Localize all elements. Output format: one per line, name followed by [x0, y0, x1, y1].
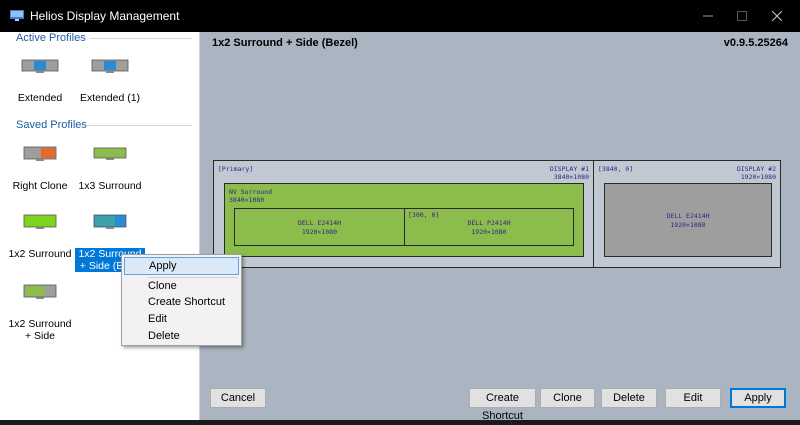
active-profiles-header: Active Profiles	[16, 32, 86, 44]
close-icon	[771, 10, 783, 22]
close-button[interactable]	[754, 0, 800, 32]
edit-button[interactable]: Edit	[665, 388, 721, 408]
surround-side-monitor-icon	[23, 284, 57, 299]
surround-monitor-icon	[23, 214, 57, 229]
display-tag: [Primary]	[218, 165, 254, 173]
app-window: Helios Display Management Active Profile…	[0, 0, 800, 422]
screen-model: DELL E2414H	[666, 212, 710, 220]
clone-button[interactable]: Clone	[540, 388, 595, 408]
create-shortcut-button[interactable]: Create Shortcut	[469, 388, 536, 422]
surround-name: NV Surround	[229, 188, 273, 196]
maximize-icon	[737, 11, 747, 21]
display-2[interactable]: [3840, 0] DISPLAY #2 1920×1080 DELL E241…	[594, 161, 780, 267]
profiles-sidebar: Active Profiles Extended Extended (1) Sa…	[0, 32, 200, 420]
screen-model: DELL P2414H	[467, 219, 511, 227]
group-divider	[90, 38, 192, 39]
surround-screen-2[interactable]: [300, 0] DELL P2414H 1920×1080	[405, 209, 573, 245]
display-resolution: 1920×1080	[740, 173, 776, 181]
display-1[interactable]: [Primary] DISPLAY #1 3840×1080 NV Surrou…	[214, 161, 594, 267]
saved-profiles-header: Saved Profiles	[16, 119, 87, 131]
profile-label: Right Clone	[12, 180, 68, 192]
surround-monitor-icon	[93, 147, 127, 160]
profile-label: 1x3 Surround	[78, 180, 142, 192]
dual-monitor-icon	[91, 59, 129, 73]
display-resolution: 3840×1080	[553, 173, 589, 181]
screen-model: DELL E2414H	[297, 219, 342, 227]
profile-context-menu: Apply Clone Create Shortcut Edit Delete	[121, 254, 242, 346]
display-layout: [Primary] DISPLAY #1 3840×1080 NV Surrou…	[213, 160, 781, 268]
nv-surround-group[interactable]: NV Surround 3840×1080 DELL E2414H 1920×1…	[224, 183, 584, 257]
cancel-button[interactable]: Cancel	[210, 388, 266, 408]
dual-monitor-icon	[21, 59, 59, 73]
profile-title: 1x2 Surround + Side (Bezel)	[212, 37, 358, 49]
version-label: v0.9.5.25264	[723, 37, 788, 49]
screen-offset: [300, 0]	[408, 211, 440, 219]
profile-label: 1x2 Surround + Side	[8, 318, 72, 342]
surround-screen-1[interactable]: DELL E2414H 1920×1080	[235, 209, 405, 245]
display-name: DISPLAY #2	[736, 165, 776, 173]
screen-resolution: 1920×1080	[471, 228, 507, 236]
clone-monitor-icon	[23, 146, 57, 161]
profile-label: Extended	[17, 92, 63, 104]
display-tag: [3840, 0]	[598, 165, 634, 173]
surround-side-monitor-icon	[93, 214, 127, 229]
context-menu-create-shortcut[interactable]: Create Shortcut	[124, 293, 239, 311]
screen-resolution: 1920×1080	[301, 228, 338, 236]
context-menu-delete[interactable]: Delete	[124, 327, 239, 345]
app-icon	[10, 10, 24, 21]
context-menu-apply[interactable]: Apply	[124, 257, 239, 275]
screen-resolution: 1920×1080	[670, 221, 706, 229]
group-divider	[86, 125, 192, 126]
title-bar[interactable]: Helios Display Management	[0, 0, 800, 32]
profile-detail-panel: 1x2 Surround + Side (Bezel) v0.9.5.25264…	[200, 32, 800, 422]
display-2-screen[interactable]: DELL E2414H 1920×1080	[604, 183, 772, 257]
window-title: Helios Display Management	[30, 9, 180, 23]
display-name: DISPLAY #1	[549, 165, 589, 173]
delete-button[interactable]: Delete	[601, 388, 657, 408]
context-menu-edit[interactable]: Edit	[124, 310, 239, 328]
profile-label: Extended (1)	[79, 92, 141, 104]
surround-resolution: 3840×1080	[229, 196, 265, 204]
surround-screens: DELL E2414H 1920×1080 [300, 0] DELL P241…	[234, 208, 574, 246]
apply-button[interactable]: Apply	[730, 388, 786, 408]
minimize-icon	[703, 15, 713, 17]
profile-label: 1x2 Surround	[8, 248, 72, 260]
